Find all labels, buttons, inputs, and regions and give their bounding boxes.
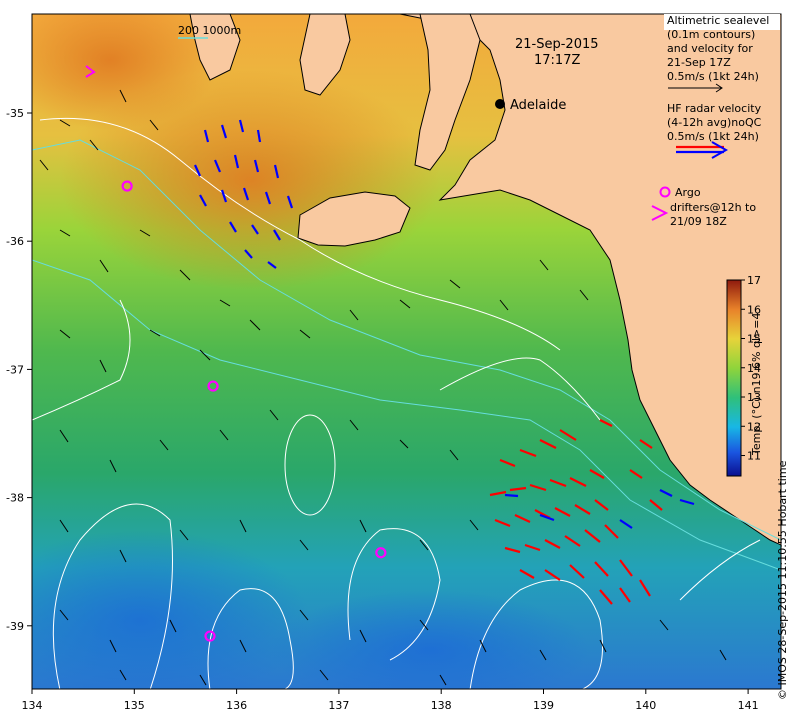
legend-alt-line-4: 21-Sep 17Z [667,56,731,69]
x-tick-label: 137 [328,699,349,712]
cool-water-s [270,590,590,689]
legend-alt-line-2: (0.1m contours) [667,28,755,41]
sst-map: 200 1000m 21-Sep-2015 17:17Z Adelaide Al… [6,13,782,712]
map-date: 21-Sep-2015 [515,37,599,52]
y-tick-label: -35 [6,107,24,120]
y-tick-label: -38 [6,492,24,505]
legend-hf-line-1: HF radar velocity [667,102,762,115]
plot-area [32,14,781,689]
x-tick-label: 134 [22,699,43,712]
x-tick-label: 141 [738,699,759,712]
legend-alt-line-1: Altimetric sealevel [667,14,769,27]
y-tick-label: -36 [6,235,24,248]
x-tick-label: 135 [124,699,145,712]
legend-drifters-line-1: drifters@12h to [670,201,756,214]
legend-alt-line-5: 0.5m/s (1kt 24h) [667,70,759,83]
adelaide-marker [495,99,505,109]
colorbar-tick-label: 17 [747,274,761,287]
x-tick-label: 140 [635,699,656,712]
colorbar-title: Temp. (°C) n19 6% ql>=4 [750,312,763,455]
legend-drifters-line-2: 21/09 18Z [670,215,727,228]
colorbar-ramp [726,279,742,477]
x-tick-label: 139 [533,699,554,712]
legend-argo-label: Argo [675,186,701,199]
y-tick-label: -37 [6,363,24,376]
x-tick-label: 136 [226,699,247,712]
map-time: 17:17Z [534,53,580,68]
legend-hf-line-2: (4-12h avg)noQC [667,116,762,129]
legend-alt-line-3: and velocity for [667,42,753,55]
y-tick-label: -39 [6,620,24,633]
legend-hf-line-3: 0.5m/s (1kt 24h) [667,130,759,143]
credit-text: © IMOS 28-Sep-2015 11:10:55 Hobart time [776,460,789,700]
city-label-adelaide: Adelaide [510,98,566,113]
scale-bar-label: 200 1000m [178,24,241,37]
x-tick-label: 138 [431,699,452,712]
